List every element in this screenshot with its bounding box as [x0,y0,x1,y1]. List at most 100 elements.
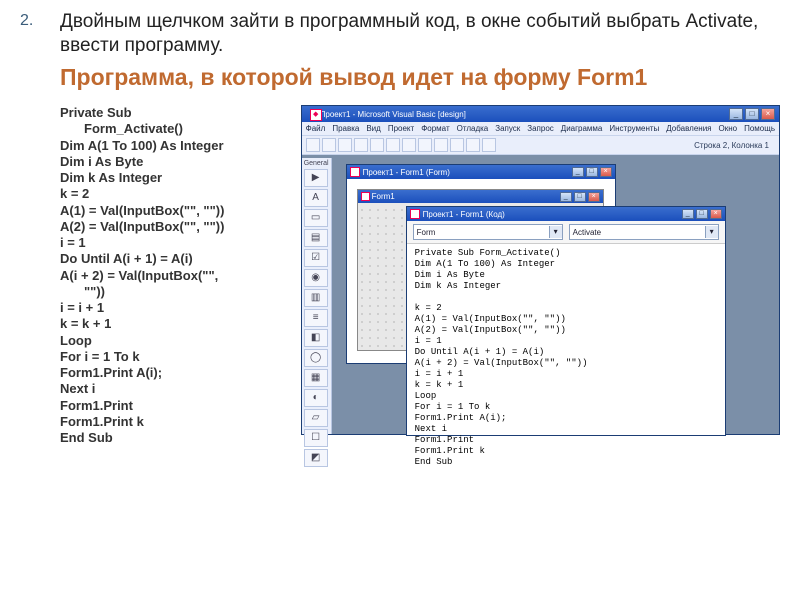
tool-item[interactable]: ◧ [304,329,328,347]
mdi-area: General ▶A▭▤☑◉▥≡◧◯▦◐▱☐◩ Проект1 - Form1 … [302,158,779,434]
proc-combo[interactable]: Activate ▾ [569,224,719,240]
code-window-title: Проект1 - Form1 (Код) [423,210,505,219]
code-line: Form1.Print k [60,414,283,430]
code-line: A(i + 2) = Val(InputBox("", [60,268,283,284]
tool-item[interactable]: ▤ [304,229,328,247]
code-line: Next i [60,381,283,397]
menu-item[interactable]: Вид [366,124,380,133]
code-line: End Sub [60,430,283,446]
tool-item[interactable]: ☐ [304,429,328,447]
close-button[interactable]: × [761,108,775,120]
tool-item[interactable]: ◯ [304,349,328,367]
code-line: i = i + 1 [60,300,283,316]
tool-item[interactable]: A [304,189,328,207]
maximize-button[interactable]: □ [745,108,759,120]
ide-titlebar: ◆ Проект1 - Microsoft Visual Basic [desi… [302,106,779,122]
chevron-down-icon: ▾ [705,226,718,238]
toolbar-button[interactable] [354,138,368,152]
code-line: A(1) = Val(InputBox("", "")) [60,203,283,219]
code-line: A(2) = Val(InputBox("", "")) [60,219,283,235]
code-line: k = 2 [60,186,283,202]
menu-item[interactable]: Файл [306,124,326,133]
menu-bar: Файл Правка Вид Проект Формат Отладка Запуск За… [302,122,779,135]
menu-item[interactable]: Отладка [457,124,489,133]
menu-item[interactable]: Помощь [744,124,775,133]
toolbox-header: General [304,160,329,167]
object-combo[interactable]: Form ▾ [413,224,563,240]
menu-item[interactable]: Инструменты [609,124,659,133]
code-line: Private Sub [60,105,283,121]
maximize-button[interactable]: □ [574,192,586,202]
tool-item[interactable]: ☑ [304,249,328,267]
code-editor-area[interactable]: Private Sub Form_Activate() Dim A(1 To 1… [407,244,725,471]
minimize-button[interactable]: _ [572,167,584,177]
toolbar-button[interactable] [370,138,384,152]
menu-item[interactable]: Добавления [666,124,711,133]
menu-item[interactable]: Формат [421,124,449,133]
code-line: For i = 1 To k [60,349,283,365]
minimize-button[interactable]: _ [682,209,694,219]
code-line: Do Until A(i + 1) = A(i) [60,251,283,267]
minimize-button[interactable]: _ [560,192,572,202]
menu-item[interactable]: Диаграмма [561,124,603,133]
toolbar-button[interactable] [434,138,448,152]
code-line: Loop [60,333,283,349]
subtitle: Программа, в которой вывод идет на форму… [60,64,780,92]
toolbar-button[interactable] [450,138,464,152]
code-line: i = 1 [60,235,283,251]
menu-item[interactable]: Окно [719,124,738,133]
intro-text: Двойным щелчком зайти в программный код,… [60,10,780,58]
status-position: Строка 2, Колонка 1 [688,141,775,150]
figure-column: ◆ Проект1 - Microsoft Visual Basic [desi… [301,105,780,446]
close-button[interactable]: × [710,209,722,219]
code-line: Form1.Print A(i); [60,365,283,381]
menu-item[interactable]: Запуск [495,124,520,133]
tool-item[interactable]: ▭ [304,209,328,227]
work-area: Проект1 - Form1 (Form) _ □ × [332,158,779,434]
close-button[interactable]: × [588,192,600,202]
code-column: Private SubForm_Activate()Dim A(1 To 100… [60,105,283,446]
form-caption: Form1 [372,192,395,201]
toolbar-button[interactable] [418,138,432,152]
code-line: k = k + 1 [60,316,283,332]
tool-item[interactable]: ◩ [304,449,328,467]
slide: 2. Двойным щелчком зайти в программный к… [0,0,800,456]
tool-item[interactable]: ≡ [304,309,328,327]
code-line: Dim k As Integer [60,170,283,186]
toolbar-button[interactable] [322,138,336,152]
tool-item[interactable]: ◉ [304,269,328,287]
minimize-button[interactable]: _ [729,108,743,120]
tool-item[interactable]: ▥ [304,289,328,307]
code-line: Form1.Print [60,398,283,414]
toolbar-button[interactable] [482,138,496,152]
menu-item[interactable]: Проект [388,124,414,133]
code-line: Dim A(1 To 100) As Integer [60,138,283,154]
tool-item[interactable]: ▦ [304,369,328,387]
maximize-button[interactable]: □ [586,167,598,177]
list-number: 2. [20,12,33,30]
toolbar-button[interactable] [466,138,480,152]
code-line: Dim i As Byte [60,154,283,170]
toolbar-button[interactable] [402,138,416,152]
code-editor-window[interactable]: Проект1 - Form1 (Код) _ □ × Form [406,206,726,436]
toolbox: General ▶A▭▤☑◉▥≡◧◯▦◐▱☐◩ [302,158,332,434]
tool-item[interactable]: ▶ [304,169,328,187]
toolbar-button[interactable] [386,138,400,152]
object-combo-value: Form [417,228,436,237]
toolbar-button[interactable] [306,138,320,152]
maximize-button[interactable]: □ [696,209,708,219]
close-button[interactable]: × [600,167,612,177]
content-row: Private SubForm_Activate()Dim A(1 To 100… [60,105,780,446]
vb-icon: ◆ [310,109,322,121]
toolbar-button[interactable] [338,138,352,152]
chevron-down-icon: ▾ [549,226,562,238]
form-window-title: Проект1 - Form1 (Form) [363,168,450,177]
proc-combo-value: Activate [573,228,601,237]
tool-item[interactable]: ◐ [304,389,328,407]
menu-item[interactable]: Запрос [527,124,554,133]
ide-window: ◆ Проект1 - Microsoft Visual Basic [desi… [301,105,780,435]
tool-item[interactable]: ▱ [304,409,328,427]
toolbar: Строка 2, Колонка 1 [302,135,779,155]
code-line: "")) [60,284,283,300]
menu-item[interactable]: Правка [332,124,359,133]
